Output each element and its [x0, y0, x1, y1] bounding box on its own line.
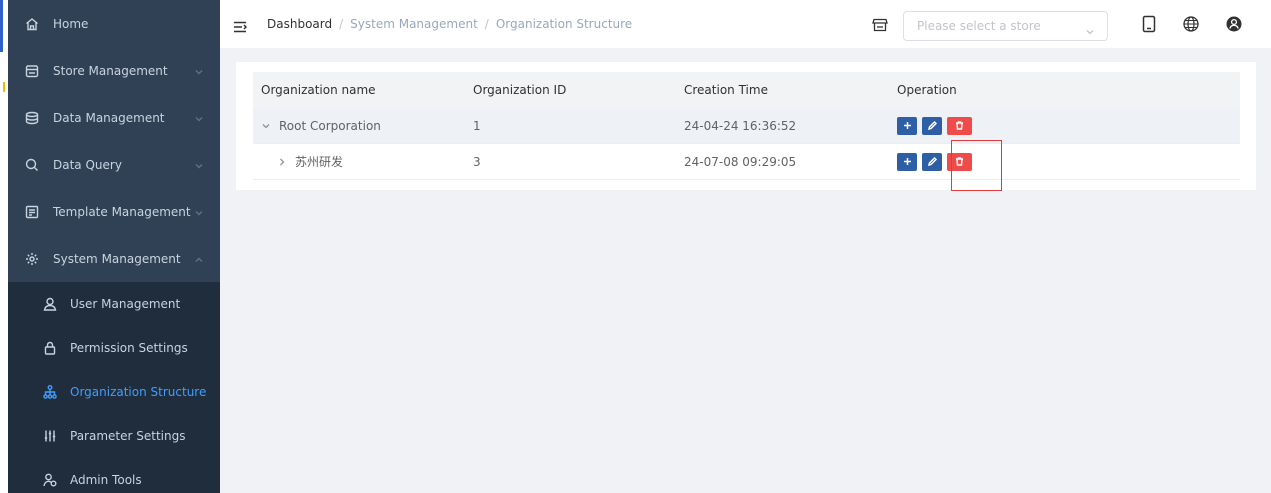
chevron-down-icon [194, 160, 204, 170]
sidebar-item-label: Data Query [53, 157, 122, 172]
table-header: Organization name Organization ID Creati… [253, 72, 1240, 108]
user-icon [43, 297, 57, 311]
cell-operation [889, 152, 1240, 171]
cell-name: Root Corporation [253, 119, 465, 133]
sidebar-item-user-management[interactable]: User Management [8, 282, 220, 326]
sidebar-item-data-management[interactable]: Data Management [8, 94, 220, 141]
sidebar-item-label: Parameter Settings [70, 429, 186, 443]
admin-tools-icon [43, 473, 57, 487]
sidebar-item-label: Data Management [53, 110, 165, 125]
sidebar-item-label: Admin Tools [70, 473, 142, 487]
user-avatar-icon[interactable] [1225, 15, 1243, 33]
tablet-icon[interactable] [1140, 15, 1158, 33]
add-icon [903, 158, 911, 165]
sidebar-item-label: Organization Structure [70, 385, 207, 399]
store-select[interactable] [903, 11, 1108, 41]
top-header: Dashboard / System Management / Organization… [220, 0, 1271, 48]
gear-icon [25, 252, 39, 266]
edit-icon [927, 157, 937, 166]
breadcrumb-item-dashboard[interactable]: Dashboard [267, 17, 332, 31]
store-select-input[interactable] [904, 12, 1074, 40]
sidebar-item-parameter-settings[interactable]: Parameter Settings [8, 414, 220, 458]
organization-table: Organization name Organization ID Creati… [253, 72, 1240, 180]
breadcrumb-separator: / [484, 17, 489, 31]
sidebar: Home Store Management Data Management Da… [8, 0, 220, 493]
sidebar-item-label: Home [53, 16, 89, 31]
cell-id: 1 [473, 118, 481, 133]
cell-id: 3 [473, 154, 481, 169]
add-icon [903, 122, 911, 129]
edge-marker [3, 82, 5, 92]
edit-button[interactable] [922, 152, 942, 171]
add-button[interactable] [897, 152, 917, 171]
sidebar-item-label: User Management [70, 297, 181, 311]
breadcrumb-item-organization-structure: Organization Structure [495, 17, 633, 31]
sidebar-item-label: System Management [53, 251, 181, 266]
sidebar-item-label: Template Management [53, 204, 191, 219]
table-row: 苏州研发 3 24-07-08 09:29:05 [253, 144, 1240, 180]
organization-name: 苏州研发 [295, 155, 344, 169]
cell-created: 24-07-08 09:29:05 [684, 154, 797, 169]
app: Home Store Management Data Management Da… [0, 0, 1271, 493]
sidebar-item-organization-structure[interactable]: Organization Structure [8, 370, 220, 414]
chevron-down-icon [194, 66, 204, 76]
delete-icon [956, 157, 963, 166]
system-management-submenu: User Management Permission Settings Orga… [8, 282, 220, 493]
edge-accent [0, 0, 3, 52]
lock-icon [43, 341, 57, 355]
store-icon [25, 64, 39, 78]
cell-name: 苏州研发 [253, 153, 465, 170]
breadcrumb-separator: / [339, 17, 344, 31]
column-header-id: Organization ID [473, 83, 567, 97]
store-icon [872, 17, 888, 32]
delete-icon [956, 121, 963, 130]
sidebar-item-admin-tools[interactable]: Admin Tools [8, 458, 220, 493]
breadcrumb-item-system-management: System Management [350, 17, 478, 31]
add-button[interactable] [897, 116, 917, 135]
edit-icon [927, 121, 937, 130]
template-icon [25, 205, 39, 219]
sidebar-item-system-management[interactable]: System Management [8, 235, 220, 282]
edit-button[interactable] [922, 116, 942, 135]
chevron-down-icon [194, 207, 204, 217]
sidebar-item-home[interactable]: Home [8, 0, 220, 47]
org-chart-icon [43, 385, 57, 399]
table-row: Root Corporation 1 24-04-24 16:36:52 [253, 108, 1240, 144]
delete-button[interactable] [947, 152, 972, 171]
sidebar-item-label: Store Management [53, 63, 168, 78]
chevron-up-icon [194, 254, 204, 264]
home-icon [25, 17, 39, 31]
database-icon [25, 111, 39, 125]
window-edge [0, 0, 8, 493]
column-header-created: Creation Time [684, 83, 768, 97]
sidebar-item-permission-settings[interactable]: Permission Settings [8, 326, 220, 370]
chevron-down-icon [1085, 22, 1095, 35]
main-card: Organization name Organization ID Creati… [236, 62, 1256, 190]
cell-operation [889, 116, 1240, 135]
sliders-icon [43, 429, 57, 443]
sidebar-item-data-query[interactable]: Data Query [8, 141, 220, 188]
sidebar-item-store-management[interactable]: Store Management [8, 47, 220, 94]
chevron-down-icon[interactable] [261, 121, 271, 131]
sidebar-item-template-management[interactable]: Template Management [8, 188, 220, 235]
globe-icon[interactable] [1182, 15, 1200, 33]
chevron-right-icon[interactable] [277, 157, 287, 167]
chevron-down-icon [194, 113, 204, 123]
cell-created: 24-04-24 16:36:52 [684, 118, 797, 133]
breadcrumb: Dashboard / System Management / Organization… [267, 17, 632, 31]
column-header-operation: Operation [897, 83, 957, 97]
organization-name: Root Corporation [279, 118, 381, 133]
delete-button[interactable] [947, 116, 972, 135]
search-icon [25, 158, 39, 172]
collapse-menu-icon[interactable] [233, 18, 248, 33]
sidebar-item-label: Permission Settings [70, 341, 188, 355]
column-header-name: Organization name [261, 83, 376, 97]
